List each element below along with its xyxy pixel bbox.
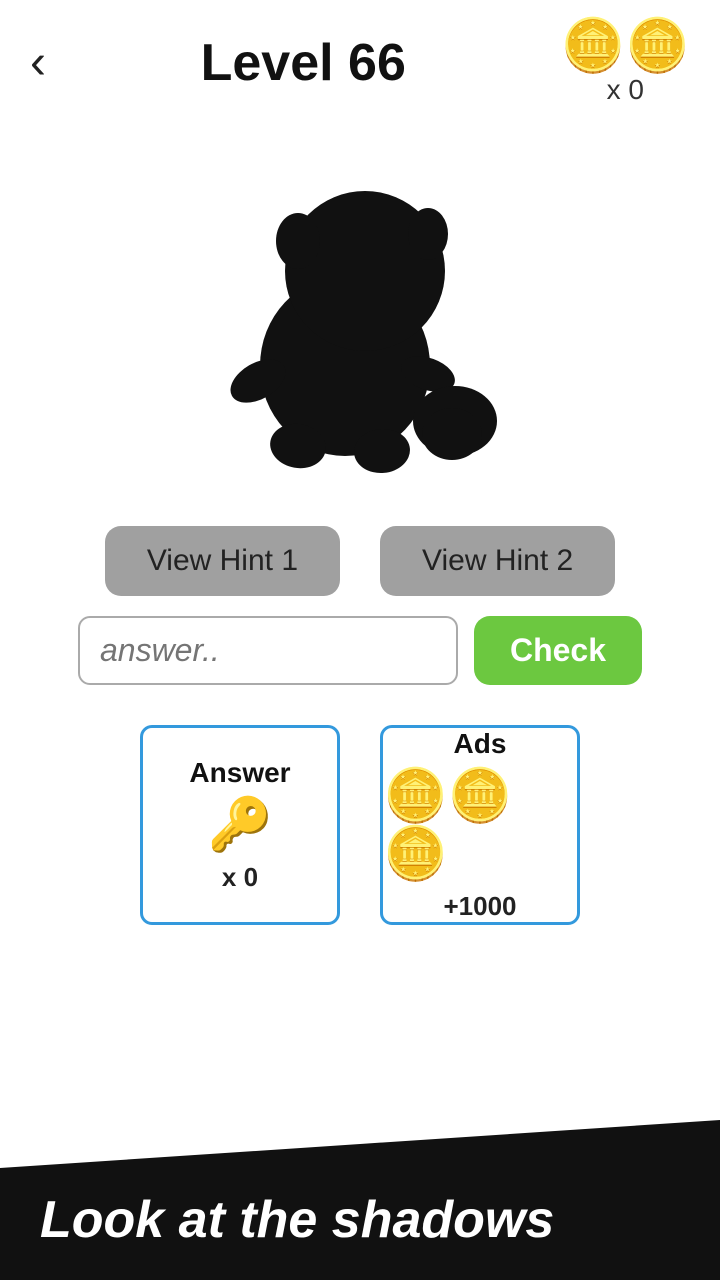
key-icon: 🔑 [208, 797, 273, 854]
ads-card-label: Ads [454, 728, 507, 760]
banner-text: Look at the shadows [40, 1190, 554, 1250]
hint2-button[interactable]: View Hint 2 [380, 526, 615, 596]
coins-icon: 🪙🪙 [561, 20, 691, 72]
answer-row: Check [0, 616, 720, 685]
answer-card-label: Answer [189, 757, 290, 789]
back-button[interactable]: ‹ [30, 39, 46, 87]
check-button[interactable]: Check [474, 616, 642, 685]
ads-powerup-card[interactable]: Ads 🪙🪙🪙 +1000 [380, 725, 580, 925]
answer-powerup-card[interactable]: Answer 🔑 x 0 [140, 725, 340, 925]
ads-card-count: +1000 [443, 891, 516, 922]
pokemon-silhouette [190, 126, 530, 486]
answer-card-count: x 0 [222, 862, 258, 893]
bottom-banner: Look at the shadows [0, 1120, 720, 1280]
level-title: Level 66 [201, 33, 406, 93]
header: ‹ Level 66 🪙🪙 x 0 [0, 0, 720, 116]
coins-stack-icon: 🪙🪙🪙 [383, 768, 577, 882]
shadow-area [0, 116, 720, 506]
powerup-row: Answer 🔑 x 0 Ads 🪙🪙🪙 +1000 [0, 725, 720, 925]
answer-input[interactable] [78, 616, 458, 685]
coins-count: x 0 [607, 74, 644, 106]
hint1-button[interactable]: View Hint 1 [105, 526, 340, 596]
coins-area: 🪙🪙 x 0 [561, 20, 691, 106]
hint-buttons-row: View Hint 1 View Hint 2 [0, 526, 720, 596]
